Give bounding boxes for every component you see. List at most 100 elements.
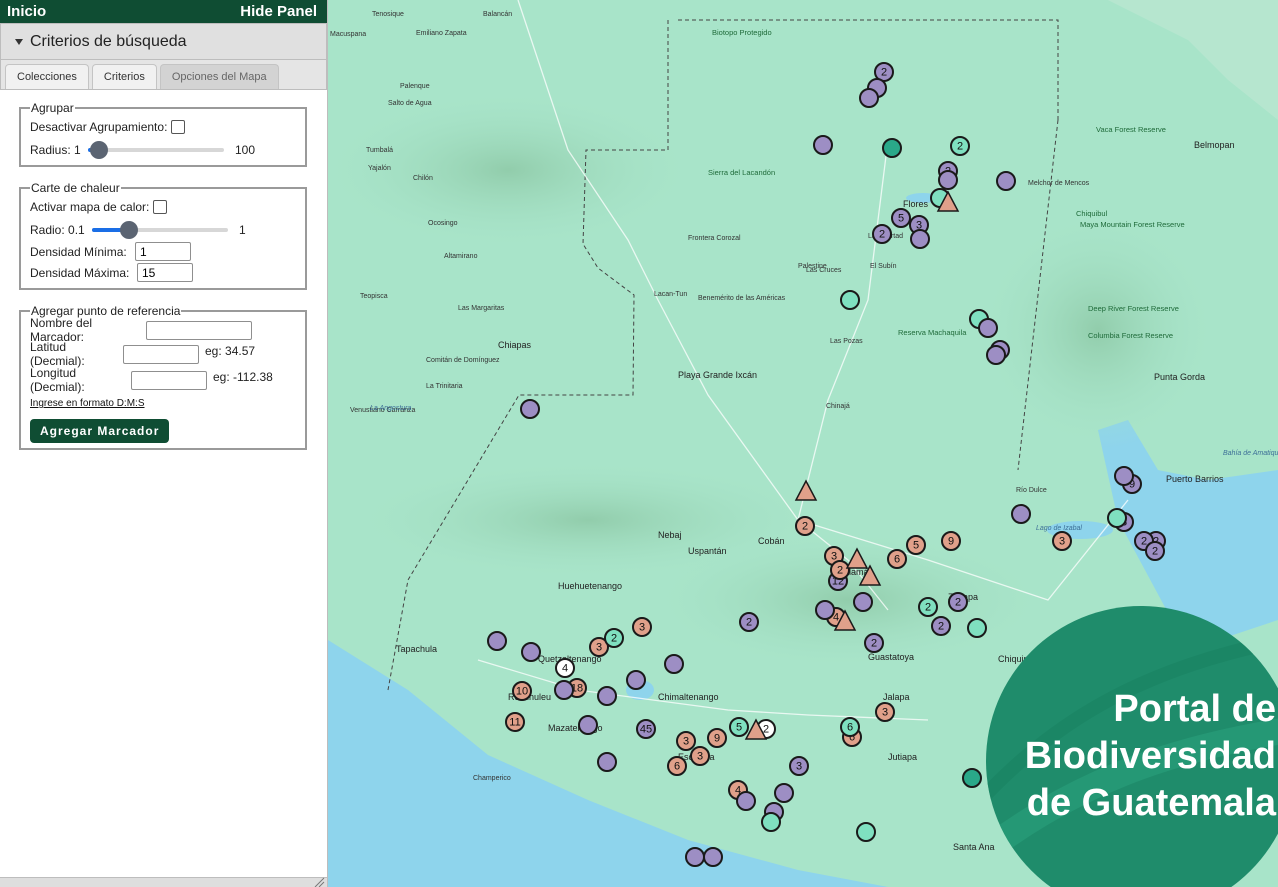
cluster-marker[interactable]: 2	[918, 597, 938, 617]
cluster-count: 4	[562, 663, 568, 675]
occurrence-marker[interactable]	[703, 847, 723, 867]
cluster-marker[interactable]: 9	[941, 531, 961, 551]
max-density-input[interactable]	[137, 263, 193, 282]
cluster-marker[interactable]: 2	[950, 136, 970, 156]
tab-colecciones[interactable]: Colecciones	[5, 64, 89, 89]
occurrence-marker[interactable]	[882, 138, 902, 158]
cluster-marker[interactable]: 5	[729, 717, 749, 737]
cluster-marker[interactable]: 9	[707, 728, 727, 748]
resize-grip-icon[interactable]	[311, 877, 325, 887]
occurrence-marker[interactable]	[962, 768, 982, 788]
cluster-marker[interactable]: 10	[512, 681, 532, 701]
occurrence-marker[interactable]	[554, 680, 574, 700]
min-density-label: Densidad Mínima:	[30, 244, 127, 259]
occurrence-marker[interactable]	[736, 791, 756, 811]
occurrence-marker[interactable]	[597, 686, 617, 706]
occurrence-marker[interactable]	[856, 822, 876, 842]
site-triangle-marker[interactable]	[858, 564, 882, 586]
cluster-marker[interactable]: 2	[948, 592, 968, 612]
home-link[interactable]: Inicio	[7, 3, 46, 20]
occurrence-marker[interactable]	[1107, 508, 1127, 528]
occurrence-marker[interactable]	[1114, 466, 1134, 486]
cluster-count: 6	[674, 761, 680, 773]
occurrence-marker[interactable]	[938, 170, 958, 190]
occurrence-marker[interactable]	[664, 654, 684, 674]
cluster-marker[interactable]: 11	[505, 712, 525, 732]
occurrence-marker[interactable]	[910, 229, 930, 249]
heat-radius-slider[interactable]	[92, 220, 228, 239]
radius-slider-thumb[interactable]	[89, 140, 108, 159]
occurrence-marker[interactable]	[813, 135, 833, 155]
tab-opciones-del-mapa[interactable]: Opciones del Mapa	[159, 64, 279, 89]
cluster-marker[interactable]: 4	[555, 658, 575, 678]
cluster-marker[interactable]: 5	[906, 535, 926, 555]
occurrence-marker[interactable]	[815, 600, 835, 620]
site-triangle-marker[interactable]	[845, 547, 869, 569]
occurrence-marker[interactable]	[967, 618, 987, 638]
cluster-count: 6	[894, 554, 900, 566]
cluster-marker[interactable]: 3	[789, 756, 809, 776]
cluster-count: 2	[611, 633, 617, 645]
panel-resize-bar[interactable]	[0, 877, 327, 887]
cluster-count: 3	[831, 551, 837, 563]
occurrence-marker[interactable]	[521, 642, 541, 662]
cluster-marker[interactable]: 6	[887, 549, 907, 569]
cluster-marker[interactable]: 3	[690, 746, 710, 766]
search-criteria-header[interactable]: Criterios de búsqueda	[0, 23, 327, 60]
cluster-marker[interactable]: 3	[632, 617, 652, 637]
cluster-count: 5	[913, 540, 919, 552]
site-triangle-marker[interactable]	[794, 479, 818, 501]
occurrence-marker[interactable]	[685, 847, 705, 867]
tab-bar: Colecciones Criterios Opciones del Mapa	[0, 60, 327, 90]
occurrence-marker[interactable]	[578, 715, 598, 735]
cluster-marker[interactable]: 3	[676, 731, 696, 751]
cluster-marker[interactable]: 5	[891, 208, 911, 228]
map-view[interactable]: Tenosique Balancán Emiliano Zapata Palen…	[328, 0, 1278, 887]
occurrence-marker[interactable]	[597, 752, 617, 772]
heatmap-activate-checkbox[interactable]	[153, 199, 168, 214]
occurrence-marker[interactable]	[986, 345, 1006, 365]
cluster-count: 45	[640, 724, 652, 736]
cluster-marker[interactable]: 45	[636, 719, 656, 739]
cluster-marker[interactable]: 2	[931, 616, 951, 636]
disable-clustering-checkbox[interactable]	[171, 119, 186, 134]
cluster-count: 2	[837, 565, 843, 577]
cluster-count: 11	[509, 717, 520, 729]
heatmap-legend: Carte de chaleur	[31, 181, 120, 195]
min-density-input[interactable]	[135, 242, 191, 261]
occurrence-marker[interactable]	[996, 171, 1016, 191]
cluster-marker[interactable]: 2	[739, 612, 759, 632]
longitude-input[interactable]	[131, 370, 207, 390]
cluster-marker[interactable]: 6	[840, 717, 860, 737]
dms-format-link[interactable]: Ingrese en formato D:M:S	[30, 398, 145, 409]
marker-name-input[interactable]	[146, 320, 252, 340]
latitude-input[interactable]	[123, 344, 199, 364]
cluster-count: 9	[714, 733, 720, 745]
cluster-marker[interactable]: 2	[864, 633, 884, 653]
occurrence-marker[interactable]	[1011, 504, 1031, 524]
occurrence-marker[interactable]	[487, 631, 507, 651]
cluster-marker[interactable]: 2	[872, 224, 892, 244]
hide-panel-button[interactable]: Hide Panel	[240, 3, 317, 20]
cluster-marker[interactable]: 2	[1145, 541, 1165, 561]
occurrence-marker[interactable]	[853, 592, 873, 612]
cluster-marker[interactable]: 3	[1052, 531, 1072, 551]
cluster-marker[interactable]: 6	[667, 756, 687, 776]
cluster-count: 3	[882, 707, 888, 719]
cluster-marker[interactable]: 2	[604, 628, 624, 648]
occurrence-marker[interactable]	[761, 812, 781, 832]
cluster-marker[interactable]: 2	[830, 560, 850, 580]
cluster-marker[interactable]: 2	[795, 516, 815, 536]
add-marker-button[interactable]: Agregar Marcador	[30, 419, 170, 443]
occurrence-marker[interactable]	[774, 783, 794, 803]
occurrence-marker[interactable]	[520, 399, 540, 419]
heat-radius-slider-thumb[interactable]	[119, 220, 138, 239]
occurrence-marker[interactable]	[626, 670, 646, 690]
occurrence-marker[interactable]	[840, 290, 860, 310]
occurrence-marker[interactable]	[859, 88, 879, 108]
occurrence-marker[interactable]	[978, 318, 998, 338]
heatmap-activate-label: Activar mapa de calor:	[30, 199, 150, 214]
tab-criterios[interactable]: Criterios	[91, 64, 157, 89]
radius-slider[interactable]	[88, 140, 224, 159]
cluster-marker[interactable]: 3	[875, 702, 895, 722]
